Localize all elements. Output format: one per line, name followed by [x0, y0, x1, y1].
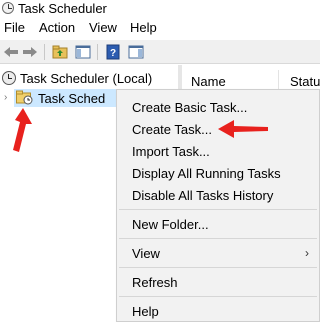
menu-item-label: Import Task...	[132, 144, 210, 159]
menu-item-label: Refresh	[132, 275, 178, 290]
menu-separator	[119, 296, 317, 297]
menu-item-new-folder[interactable]: New Folder...	[117, 213, 319, 235]
forward-arrow-icon[interactable]	[21, 43, 39, 61]
column-status[interactable]: Statu	[290, 74, 320, 89]
menu-help[interactable]: Help	[130, 20, 157, 35]
menu-item-label: New Folder...	[132, 217, 209, 232]
toolbar: ?	[0, 40, 320, 64]
back-arrow-icon[interactable]	[2, 43, 20, 61]
expand-chevron-icon[interactable]: ›	[4, 92, 7, 103]
menu-item-import-task[interactable]: Import Task...	[117, 140, 319, 162]
up-folder-icon[interactable]	[51, 43, 69, 61]
menu-action[interactable]: Action	[39, 20, 75, 35]
action-pane-icon[interactable]	[127, 43, 145, 61]
menu-item-label: Display All Running Tasks	[132, 166, 281, 181]
svg-text:?: ?	[110, 48, 116, 59]
menu-item-create-basic-task[interactable]: Create Basic Task...	[117, 96, 319, 118]
menu-item-refresh[interactable]: Refresh	[117, 271, 319, 293]
menu-bar: File Action View Help	[0, 18, 320, 38]
clock-icon	[2, 71, 16, 85]
menu-item-label: Help	[132, 304, 159, 319]
menu-separator	[119, 267, 317, 268]
annotation-arrow-left-icon	[218, 120, 268, 138]
show-hide-console-tree-icon[interactable]	[74, 43, 92, 61]
annotation-arrow-up-icon	[13, 108, 32, 152]
tree-item-task-scheduler-local[interactable]: Task Scheduler (Local)	[0, 69, 178, 87]
menu-separator	[119, 209, 317, 210]
menu-item-label: Create Basic Task...	[132, 100, 248, 115]
menu-item-disable-all-tasks-history[interactable]: Disable All Tasks History	[117, 184, 319, 206]
menu-view[interactable]: View	[89, 20, 117, 35]
folder-clock-icon	[16, 90, 33, 105]
menu-item-help[interactable]: Help	[117, 300, 319, 322]
toolbar-separator	[97, 44, 98, 60]
clock-icon	[2, 2, 14, 14]
menu-file[interactable]: File	[4, 20, 25, 35]
window-title: Task Scheduler	[18, 1, 107, 16]
menu-item-label: Disable All Tasks History	[132, 188, 274, 203]
menu-item-label: Create Task...	[132, 122, 212, 137]
toolbar-separator	[44, 44, 45, 60]
tree-item-task-scheduler-library[interactable]: › Task Sched	[4, 89, 118, 107]
menu-item-label: View	[132, 246, 160, 261]
column-name[interactable]: Name	[191, 74, 226, 89]
tree-item-label: Task Sched	[38, 91, 106, 106]
title-bar: Task Scheduler	[0, 0, 320, 18]
menu-item-display-all-running-tasks[interactable]: Display All Running Tasks	[117, 162, 319, 184]
help-icon[interactable]: ?	[104, 43, 122, 61]
tree-item-label: Task Scheduler (Local)	[20, 71, 153, 86]
submenu-chevron-icon: ›	[305, 246, 309, 260]
menu-separator	[119, 238, 317, 239]
menu-item-view[interactable]: View ›	[117, 242, 319, 264]
